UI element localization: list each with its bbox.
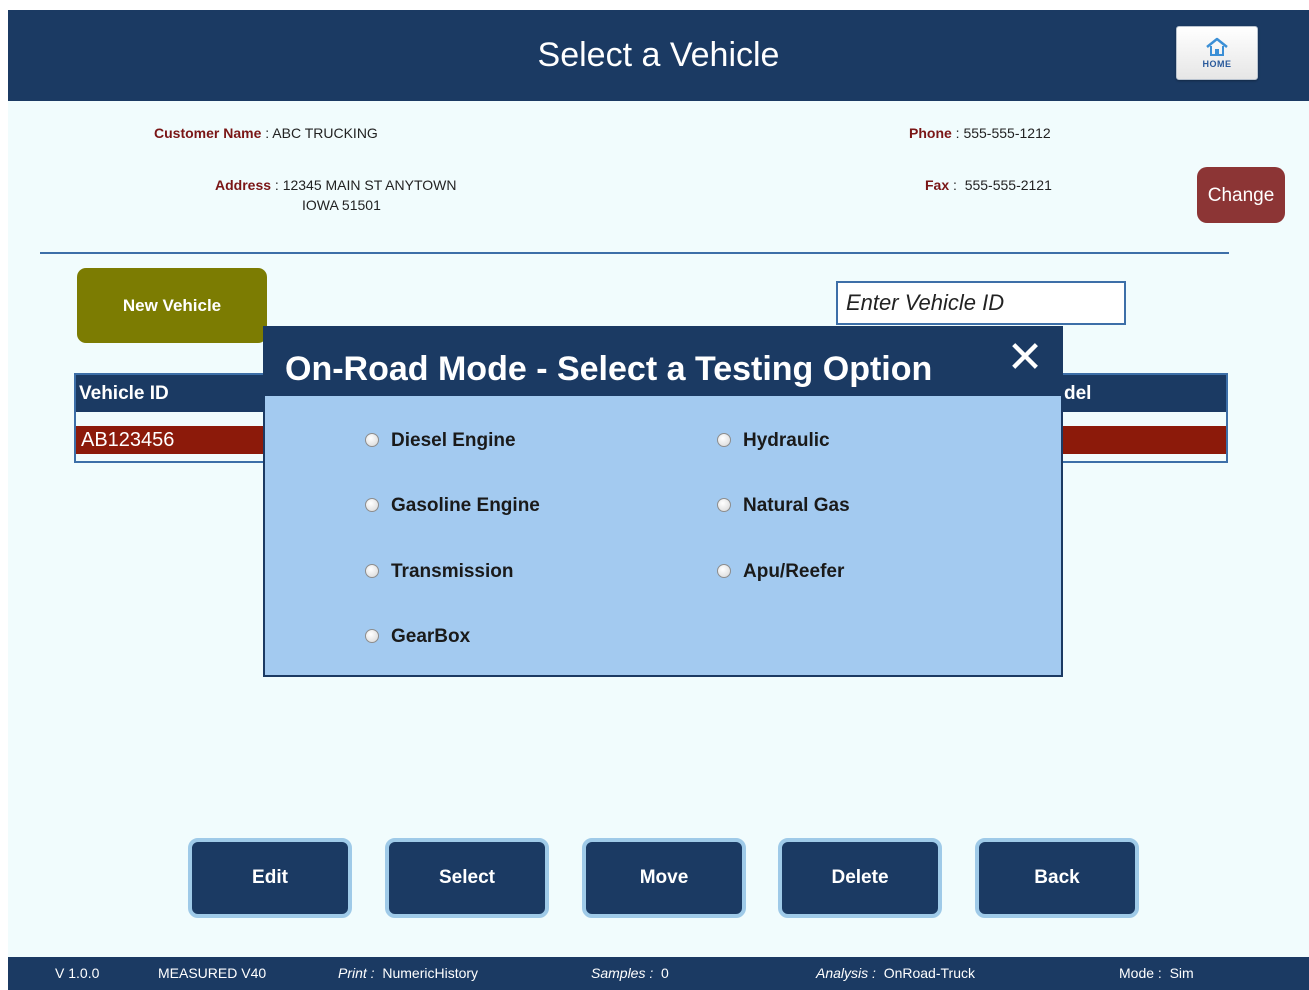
phone-label: Phone <box>909 125 952 141</box>
analysis-label: Analysis : <box>816 965 876 981</box>
move-button[interactable]: Move <box>582 838 746 918</box>
print-status: Print : NumericHistory <box>338 957 478 990</box>
close-icon[interactable]: ✕ <box>1003 336 1047 380</box>
samples-label: Samples : <box>591 965 654 981</box>
customer-name-value: ABC TRUCKING <box>272 125 378 141</box>
radio-button[interactable] <box>717 433 731 447</box>
fax-value: 555-555-2121 <box>964 177 1052 193</box>
option-label: Gasoline Engine <box>391 495 540 516</box>
radio-button[interactable] <box>365 498 379 512</box>
radio-button[interactable] <box>717 564 731 578</box>
customer-name-label: Customer Name <box>154 125 262 141</box>
app-window: Select a Vehicle HOME Customer Name : AB… <box>8 10 1309 990</box>
option-label: GearBox <box>391 626 471 647</box>
testing-option-modal: On-Road Mode - Select a Testing Option ✕… <box>263 326 1063 677</box>
page-title: Select a Vehicle <box>537 36 780 74</box>
address-row: Address : 12345 MAIN ST ANYTOWN <box>215 177 457 193</box>
header-bar: Select a Vehicle HOME <box>8 10 1309 101</box>
phone-value: 555-555-1212 <box>963 125 1051 141</box>
section-divider <box>40 252 1229 254</box>
mode-label: Mode : <box>1119 965 1162 981</box>
option-label: Natural Gas <box>743 495 850 516</box>
select-button[interactable]: Select <box>385 838 549 918</box>
analysis-value: OnRoad-Truck <box>883 965 975 981</box>
fax-row: Fax : 555-555-2121 <box>925 177 1052 193</box>
radio-button[interactable] <box>365 629 379 643</box>
version-text: V 1.0.0 <box>55 965 100 981</box>
phone-row: Phone : 555-555-1212 <box>909 125 1051 141</box>
home-label: HOME <box>1202 59 1232 69</box>
edit-button[interactable]: Edit <box>188 838 352 918</box>
vehicle-id-input[interactable] <box>836 281 1126 325</box>
delete-button[interactable]: Delete <box>778 838 942 918</box>
back-button[interactable]: Back <box>975 838 1139 918</box>
mode-value: Sim <box>1169 965 1194 981</box>
change-customer-button[interactable]: Change <box>1197 167 1285 223</box>
column-header-vehicle-id[interactable]: Vehicle ID <box>79 375 169 412</box>
option-label: Hydraulic <box>743 430 830 451</box>
status-bar: V 1.0.0 MEASURED V40 Print : NumericHist… <box>8 957 1309 990</box>
samples-value: 0 <box>661 965 669 981</box>
address-label: Address <box>215 177 272 193</box>
mode-status: Mode : Sim <box>1119 957 1194 990</box>
home-button[interactable]: HOME <box>1176 26 1258 80</box>
option-label: Transmission <box>391 561 514 582</box>
customer-name-row: Customer Name : ABC TRUCKING <box>154 125 378 141</box>
home-icon <box>1206 37 1228 56</box>
samples-status: Samples : 0 <box>591 957 669 990</box>
option-label: Diesel Engine <box>391 430 516 451</box>
radio-button[interactable] <box>365 564 379 578</box>
measured-text: MEASURED V40 <box>158 965 267 981</box>
print-label: Print : <box>338 965 375 981</box>
column-header-model[interactable]: del <box>1064 375 1091 412</box>
modal-header: On-Road Mode - Select a Testing Option ✕ <box>265 328 1061 396</box>
print-value: NumericHistory <box>382 965 479 981</box>
row-vehicle-id: AB123456 <box>81 429 175 451</box>
radio-button[interactable] <box>717 498 731 512</box>
analysis-status: Analysis : OnRoad-Truck <box>816 957 975 990</box>
option-label: Apu/Reefer <box>743 561 845 582</box>
address-line2: IOWA 51501 <box>302 197 381 213</box>
address-line1: 12345 MAIN ST ANYTOWN <box>282 177 457 193</box>
radio-button[interactable] <box>365 433 379 447</box>
fax-label: Fax <box>925 177 950 193</box>
new-vehicle-button[interactable]: New Vehicle <box>77 268 267 343</box>
modal-title: On-Road Mode - Select a Testing Option <box>285 350 933 388</box>
